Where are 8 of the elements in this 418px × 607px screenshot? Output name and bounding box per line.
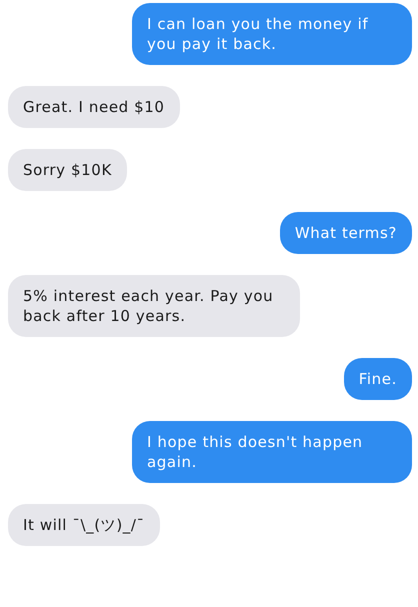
- message-bubble: It will ¯\_(ツ)_/¯: [8, 504, 160, 546]
- message-bubble: Sorry $10K: [8, 149, 127, 191]
- message-bubble: I hope this doesn't happen again.: [132, 421, 412, 483]
- message-bubble: I can loan you the money if you pay it back.: [132, 3, 412, 65]
- message-bubble: 5% interest each year. Pay you back after 10 years.: [8, 275, 300, 337]
- message-bubble: Great. I need $10: [8, 86, 180, 128]
- message-bubble: What terms?: [280, 212, 412, 254]
- message-bubble: Fine.: [344, 358, 412, 400]
